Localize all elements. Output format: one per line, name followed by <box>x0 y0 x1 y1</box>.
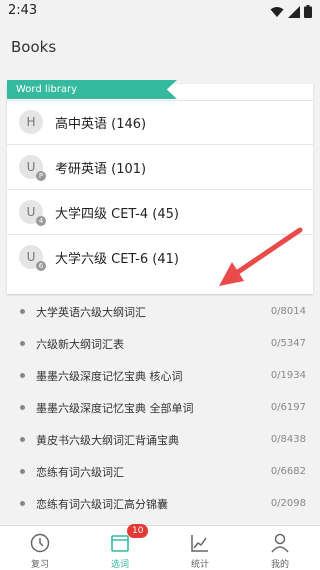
book-row-gaozhong[interactable]: H 高中英语 (146) <box>7 100 313 145</box>
book-label: 高中英语 (146) <box>55 116 147 132</box>
tab-review[interactable]: 复习 <box>0 526 80 570</box>
book-label: 考研英语 (101) <box>55 161 147 177</box>
wordlist-item[interactable]: 黄皮书六级大纲词汇背诵宝典 0/8438 <box>0 424 320 455</box>
book-sub-badge: P <box>36 171 46 181</box>
book-initial: U <box>26 205 36 219</box>
bullet-icon <box>20 469 25 474</box>
tab-stats[interactable]: 统计 <box>160 526 240 570</box>
wordlist-item[interactable]: 墨墨六级深度记忆宝典 核心词 0/1934 <box>0 360 320 391</box>
status-icons <box>270 5 312 18</box>
book-circle-icon: U6 <box>19 245 46 271</box>
person-icon <box>271 533 289 553</box>
book-sub-badge: 4 <box>36 216 46 226</box>
bullet-icon <box>20 309 25 314</box>
wordlist-count: 0/2098 <box>270 498 306 509</box>
notification-badge: 10 <box>127 524 149 538</box>
wordlist-item[interactable]: 恋练有词六级词汇高分锦囊 0/2098 <box>0 488 320 519</box>
status-time: 2:43 <box>8 3 38 18</box>
bullet-icon <box>20 341 25 346</box>
wordlist-item[interactable]: 大学英语六级大纲词汇 0/8014 <box>0 296 320 327</box>
book-circle-icon: UP <box>19 155 46 181</box>
bullet-icon <box>20 501 25 506</box>
wordlist-count: 0/8438 <box>270 434 306 445</box>
wordlist-count: 0/1934 <box>270 370 306 381</box>
book-circle-icon: U4 <box>19 200 46 226</box>
wordlist-item[interactable]: 六级新大纲词汇表 0/5347 <box>0 328 320 359</box>
bullet-icon <box>20 373 25 378</box>
wordlist-label: 墨墨六级深度记忆宝典 全部单词 <box>36 401 194 415</box>
wordlist-label: 恋练有词六级词汇高分锦囊 <box>36 497 168 511</box>
book-label: 大学四级 CET-4 (45) <box>55 206 179 222</box>
wordlist-count: 0/8014 <box>270 306 306 317</box>
tab-label: 统计 <box>190 560 209 570</box>
page-title: Books <box>11 38 57 56</box>
tab-label: 选词 <box>110 560 129 570</box>
wordlist-count: 0/6682 <box>270 466 306 477</box>
wordlist-count: 0/5347 <box>270 338 306 349</box>
bullet-icon <box>20 405 25 410</box>
wordlist-label: 恋练有词六级词汇 <box>36 465 124 479</box>
chart-icon <box>191 535 208 552</box>
word-library-ribbon: Word library <box>7 80 177 99</box>
signal-icon <box>288 5 300 18</box>
tab-select-words[interactable]: 10 选词 <box>80 524 160 570</box>
book-row-cet6[interactable]: U6 大学六级 CET-6 (41) <box>7 235 313 279</box>
book-row-kaoyan[interactable]: UP 考研英语 (101) <box>7 145 313 190</box>
book-list-card: H 高中英语 (146) UP 考研英语 (101) U4 大学四级 CET-4… <box>7 84 313 294</box>
book-label: 大学六级 CET-6 (41) <box>55 251 179 267</box>
wordlist-label: 墨墨六级深度记忆宝典 核心词 <box>36 369 183 383</box>
bullet-icon <box>20 437 25 442</box>
tab-label: 我的 <box>270 560 289 570</box>
battery-icon <box>304 5 312 18</box>
wordlist-count: 0/6197 <box>270 402 306 413</box>
book-initial: H <box>26 115 36 129</box>
wordlist-label: 黄皮书六级大纲词汇背诵宝典 <box>36 433 179 447</box>
book-row-cet4[interactable]: U4 大学四级 CET-4 (45) <box>7 190 313 235</box>
wordlist-item[interactable]: 恋练有词六级词汇 0/6682 <box>0 456 320 487</box>
book-sub-badge: 6 <box>36 261 46 271</box>
app-bar: Books <box>0 24 320 70</box>
tab-profile[interactable]: 我的 <box>240 526 320 570</box>
book-circle-icon: H <box>19 110 43 134</box>
status-bar: 2:43 <box>0 0 320 24</box>
bottom-tab-bar: 复习 10 选词 统计 我的 <box>0 524 320 570</box>
tab-label: 复习 <box>30 560 49 570</box>
book-initial: U <box>26 250 36 264</box>
wordlist-label: 六级新大纲词汇表 <box>36 337 124 351</box>
clock-icon <box>30 533 50 553</box>
wifi-icon <box>270 6 284 17</box>
wordlist-item[interactable]: 墨墨六级深度记忆宝典 全部单词 0/6197 <box>0 392 320 423</box>
wordlist-label: 大学英语六级大纲词汇 <box>36 305 146 319</box>
book-initial: U <box>26 160 36 174</box>
